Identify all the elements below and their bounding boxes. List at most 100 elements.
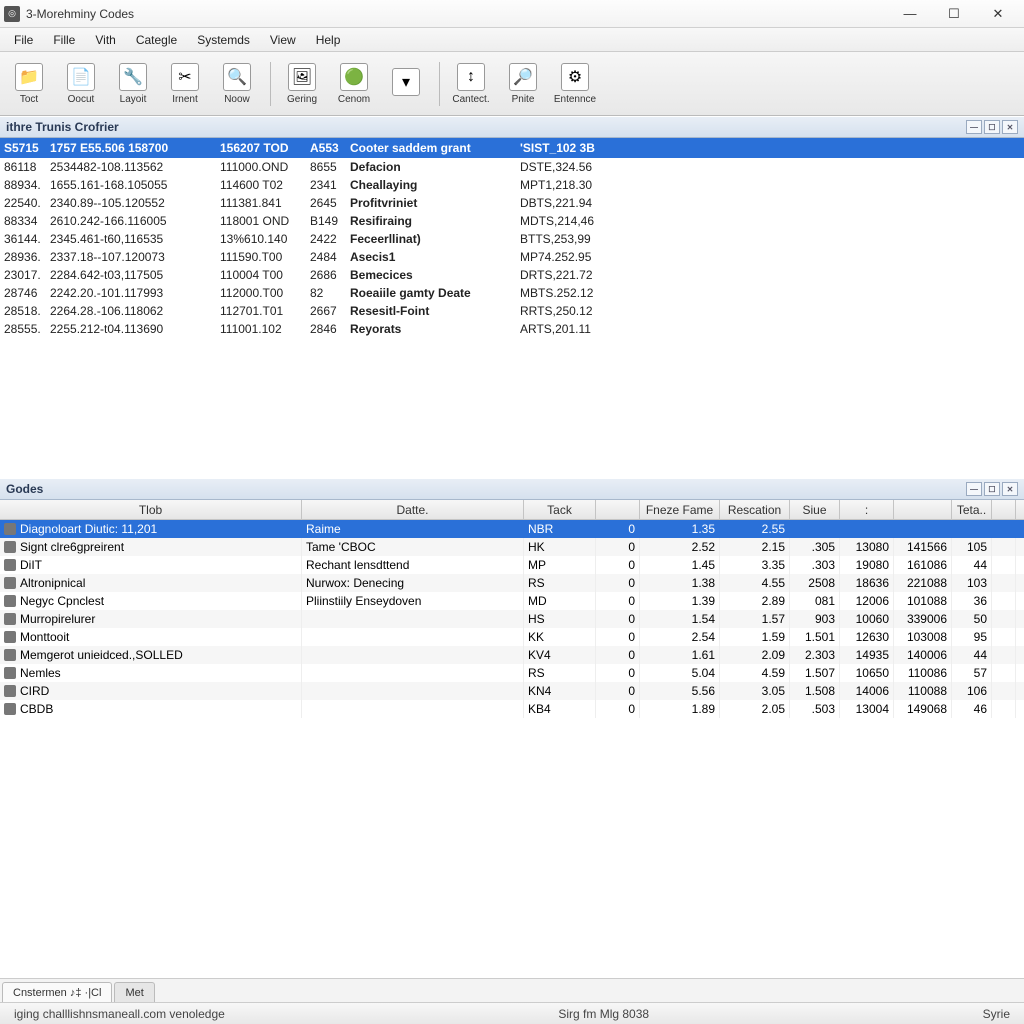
table-row[interactable]: CIRDKN405.563.051.50814006110088106 — [0, 682, 1024, 700]
upper-row[interactable]: 287462242.20.-101.117993112000.T0082Roea… — [0, 284, 1024, 302]
status-left: iging challlishnsmaneall.com venoledge — [6, 1007, 233, 1021]
tool-label: Gering — [287, 94, 317, 105]
upper-row[interactable]: 23017.2284.642-t03,117505110004 T002686B… — [0, 266, 1024, 284]
tool-icon: 🖼 — [288, 63, 316, 91]
lower-grid: TlobDatte.Tack Fneze FameRescationSiue: Te… — [0, 500, 1024, 978]
row-icon — [4, 559, 16, 571]
lower-panel-title: Godes — [6, 482, 43, 496]
tool-icon: 🟢 — [340, 63, 368, 91]
col-header[interactable]: Rescation — [720, 500, 790, 519]
grid-body: Diagnoloart Diutic: 11,201RaimeNBR01.352… — [0, 520, 1024, 978]
col-header[interactable]: Tack — [524, 500, 596, 519]
table-row[interactable]: MurropirelurerHS01.541.57903100603390065… — [0, 610, 1024, 628]
footer-tab[interactable]: Cnstermen ♪‡ ·|Cl — [2, 982, 112, 1002]
tool-more[interactable]: ▾ — [381, 56, 431, 112]
table-row[interactable]: CBDBKB401.892.05.5031300414906846 — [0, 700, 1024, 718]
table-row[interactable]: AltronipnicalNurwox: DenecingRS01.384.55… — [0, 574, 1024, 592]
upper-header-row[interactable]: S57151757 E55.506 158700156207 TODA553Co… — [0, 138, 1024, 158]
tool-label: Irnent — [172, 94, 198, 105]
row-icon — [4, 523, 16, 535]
table-row[interactable]: Negyc CpnclestPliinstiily EnseydovenMD01… — [0, 592, 1024, 610]
close-button[interactable]: ✕ — [976, 0, 1020, 27]
table-row[interactable]: Signt clre6gpreirentTame 'CBOCHK02.522.1… — [0, 538, 1024, 556]
menu-fille[interactable]: Fille — [43, 28, 85, 51]
panel-close-icon[interactable]: ✕ — [1002, 482, 1018, 496]
menu-vith[interactable]: Vith — [85, 28, 125, 51]
row-icon — [4, 613, 16, 625]
tool-icon: 🔧 — [119, 63, 147, 91]
tool-label: Noow — [224, 94, 250, 105]
tool-label: Cantect. — [452, 94, 489, 105]
menu-systemds[interactable]: Systemds — [187, 28, 260, 51]
menu-view[interactable]: View — [260, 28, 306, 51]
panel-max-icon[interactable]: ☐ — [984, 482, 1000, 496]
upper-row[interactable]: 883342610.242-166.116005118001 ONDB149Re… — [0, 212, 1024, 230]
tool-cenom[interactable]: 🟢 Cenom — [329, 56, 379, 112]
tool-irnent[interactable]: ✂ Irnent — [160, 56, 210, 112]
status-right: Syrie — [975, 1007, 1018, 1021]
tool-label: Cenom — [338, 94, 370, 105]
panel-min-icon[interactable]: — — [966, 482, 982, 496]
upper-row[interactable]: 861182534482-108.113562111000.OND8655Def… — [0, 158, 1024, 176]
row-icon — [4, 685, 16, 697]
app-icon: ◎ — [4, 6, 20, 22]
col-header[interactable]: Fneze Fame — [640, 500, 720, 519]
panel-close-icon[interactable]: ✕ — [1002, 120, 1018, 134]
toolbar: 📁Toct📄Oocut 🔧 Layoit ✂ Irnent 🔍Noow 🖼 Gering 🟢 Ce… — [0, 52, 1024, 116]
col-header[interactable]: Teta.. — [952, 500, 992, 519]
row-icon — [4, 595, 16, 607]
maximize-button[interactable]: ☐ — [932, 0, 976, 27]
panel-max-icon[interactable]: ☐ — [984, 120, 1000, 134]
table-row[interactable]: Memgerot unieidced.,SOLLEDKV401.612.092.… — [0, 646, 1024, 664]
col-header[interactable] — [992, 500, 1016, 519]
footer-tab[interactable]: Met — [114, 982, 154, 1002]
status-mid: Sirg fm Mlg 8038 — [550, 1007, 657, 1021]
row-icon — [4, 703, 16, 715]
footer-tabs: Cnstermen ♪‡ ·|ClMet — [0, 978, 1024, 1002]
col-header[interactable]: Tlob — [0, 500, 302, 519]
tool-gering[interactable]: 🖼 Gering — [277, 56, 327, 112]
table-row[interactable]: Diagnoloart Diutic: 11,201RaimeNBR01.352… — [0, 520, 1024, 538]
col-header[interactable]: Siue — [790, 500, 840, 519]
upper-row[interactable]: 28518.2264.28.-106.118062112701.T012667R… — [0, 302, 1024, 320]
tool-cantect.[interactable]: ↕Cantect. — [446, 56, 496, 112]
menu-file[interactable]: File — [4, 28, 43, 51]
panel-min-icon[interactable]: — — [966, 120, 982, 134]
tool-label: Layoit — [120, 94, 147, 105]
row-icon — [4, 541, 16, 553]
tool-label: Entennce — [554, 94, 596, 105]
row-icon — [4, 577, 16, 589]
table-row[interactable]: DiITRechant lensdttendMP01.453.35.303190… — [0, 556, 1024, 574]
tool-label: Pnite — [512, 94, 535, 105]
tool-label: Oocut — [68, 94, 95, 105]
tool-noow[interactable]: 🔍Noow — [212, 56, 262, 112]
tool-toct[interactable]: 📁Toct — [4, 56, 54, 112]
upper-row[interactable]: 88934.1655.161-168.105055114600 T022341C… — [0, 176, 1024, 194]
table-row[interactable]: NemlesRS05.044.591.5071065011008657 — [0, 664, 1024, 682]
col-header[interactable] — [596, 500, 640, 519]
upper-panel-header: ithre Trunis Crofrier — ☐ ✕ — [0, 116, 1024, 138]
upper-row[interactable]: 36144.2345.461-t60,11653513%610.1402422F… — [0, 230, 1024, 248]
upper-panel-title: ithre Trunis Crofrier — [6, 120, 119, 134]
upper-row[interactable]: 28936.2337.18--107.120073111590.T002484A… — [0, 248, 1024, 266]
upper-list: S57151757 E55.506 158700156207 TODA553Co… — [0, 138, 1024, 478]
col-header[interactable]: Datte. — [302, 500, 524, 519]
tool-layoit[interactable]: 🔧 Layoit — [108, 56, 158, 112]
upper-row[interactable]: 22540.2340.89--105.120552111381.8412645P… — [0, 194, 1024, 212]
col-header[interactable] — [894, 500, 952, 519]
status-bar: iging challlishnsmaneall.com venoledge S… — [0, 1002, 1024, 1024]
menu-help[interactable]: Help — [306, 28, 351, 51]
col-header[interactable]: : — [840, 500, 894, 519]
tool-icon: ▾ — [392, 68, 420, 96]
tool-pnite[interactable]: 🔎Pnite — [498, 56, 548, 112]
row-icon — [4, 649, 16, 661]
window-title: 3-Morehminy Codes — [26, 7, 888, 21]
tool-icon: ⚙ — [561, 63, 589, 91]
minimize-button[interactable]: — — [888, 0, 932, 27]
tool-icon: ✂ — [171, 63, 199, 91]
table-row[interactable]: MonttooitKK02.541.591.5011263010300895 — [0, 628, 1024, 646]
menu-categle[interactable]: Categle — [126, 28, 187, 51]
upper-row[interactable]: 28555.2255.212-t04.113690111001.1022846R… — [0, 320, 1024, 338]
tool-oocut[interactable]: 📄Oocut — [56, 56, 106, 112]
tool-entennce[interactable]: ⚙ Entennce — [550, 56, 600, 112]
